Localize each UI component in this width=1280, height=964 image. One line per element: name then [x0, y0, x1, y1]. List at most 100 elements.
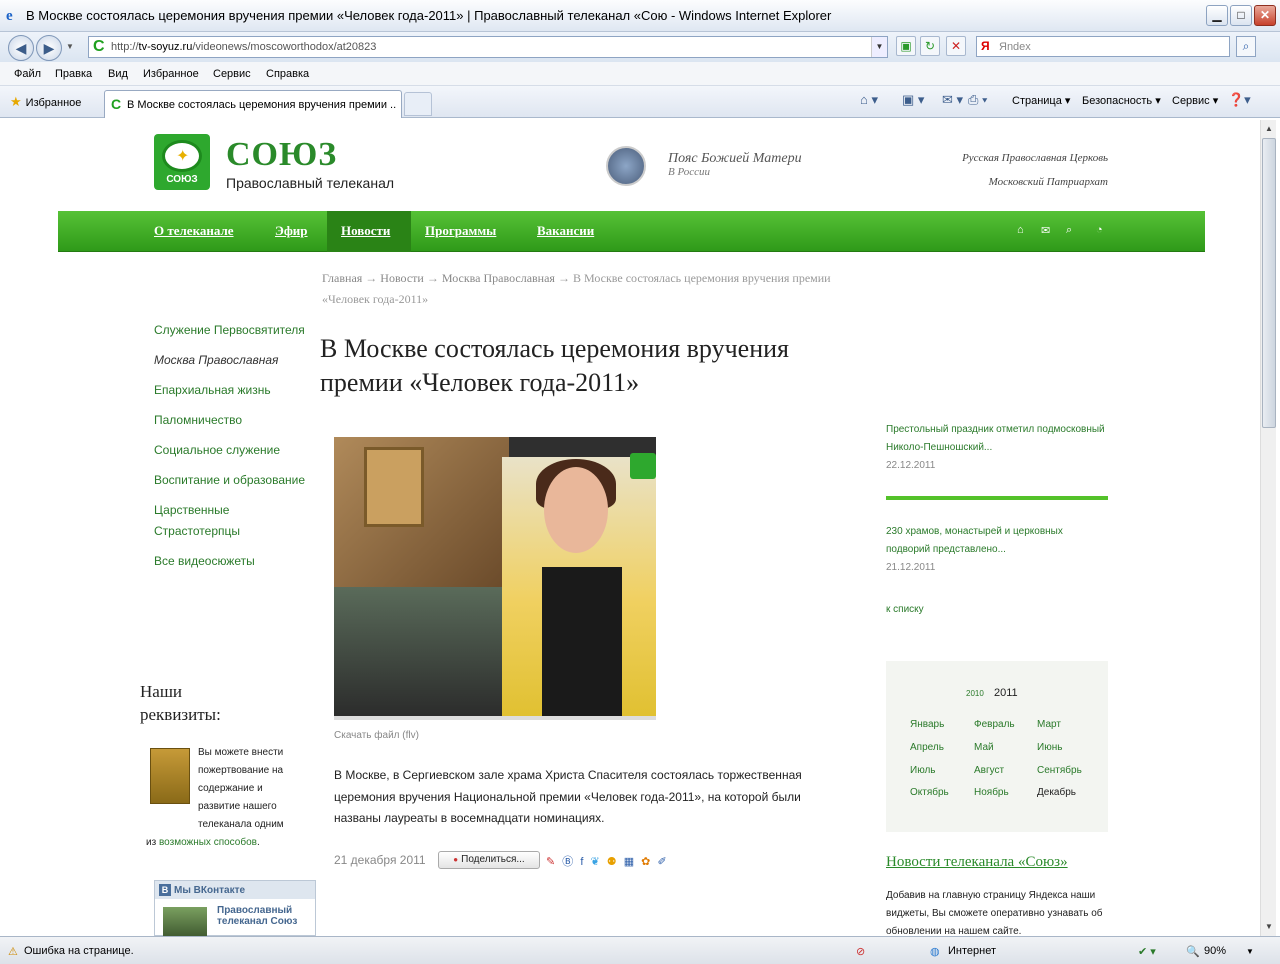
- breadcrumb-section[interactable]: Москва Православная: [442, 271, 555, 285]
- address-dropdown-icon[interactable]: ▼: [871, 37, 887, 57]
- video-progress-bar[interactable]: [334, 716, 656, 720]
- home-icon[interactable]: ⌂: [1017, 224, 1024, 236]
- nav-about[interactable]: О телеканале: [154, 223, 234, 239]
- sidebar-item-pilgrimage[interactable]: Паломничество: [154, 410, 314, 431]
- nav-programs[interactable]: Программы: [425, 223, 496, 239]
- print-icon[interactable]: ⎙ ▾: [968, 92, 987, 108]
- month-jan[interactable]: Январь: [910, 719, 944, 730]
- scroll-down-icon[interactable]: ▼: [1262, 919, 1276, 935]
- moi-mir-icon[interactable]: ▦: [624, 856, 636, 868]
- mail-icon[interactable]: ✉: [1041, 224, 1050, 237]
- site-name[interactable]: СОЮЗ: [226, 136, 337, 174]
- sidebar-item-education[interactable]: Воспитание и образование: [154, 470, 314, 491]
- friends-icon[interactable]: ⚉: [607, 856, 619, 868]
- nav-news[interactable]: Новости: [341, 223, 390, 239]
- month-sep[interactable]: Сентябрь: [1037, 765, 1082, 776]
- feeds-icon[interactable]: ▣ ▾: [902, 92, 924, 108]
- back-button[interactable]: ◀: [8, 35, 34, 61]
- year-2010-link[interactable]: 2010: [966, 689, 984, 698]
- month-apr[interactable]: Апрель: [910, 742, 944, 753]
- mail-icon[interactable]: ✉ ▾: [942, 92, 963, 108]
- compatibility-icon[interactable]: ▣: [896, 36, 916, 56]
- breadcrumb-news[interactable]: Новости: [380, 271, 424, 285]
- sidebar-item-social[interactable]: Социальное служение: [154, 440, 314, 461]
- church-name: Русская Православная Церковь: [962, 152, 1108, 164]
- stop-icon[interactable]: ✕: [946, 36, 966, 56]
- month-mar[interactable]: Март: [1037, 719, 1061, 730]
- nav-air[interactable]: Эфир: [275, 223, 308, 239]
- sidebar-item-all-videos[interactable]: Все видеосюжеты: [154, 551, 314, 572]
- tab-title: В Москве состоялась церемония вручения п…: [127, 99, 397, 111]
- bookmark-icon[interactable]: ✐: [657, 856, 668, 868]
- safety-menu[interactable]: Безопасность ▾: [1082, 94, 1161, 107]
- help-icon[interactable]: ❓▾: [1228, 92, 1251, 108]
- promo-title[interactable]: Пояс Божией Матери: [668, 151, 802, 167]
- search-box[interactable]: Я Яndex: [976, 36, 1230, 57]
- menu-help[interactable]: Справка: [266, 68, 309, 80]
- related-news-1-date: 22.12.2011: [886, 460, 936, 471]
- share-button[interactable]: Поделиться...: [438, 851, 540, 869]
- vk-widget: В Мы ВКонтакте Православный телеканал Сою…: [154, 880, 316, 936]
- menu-file[interactable]: Файл: [14, 68, 41, 80]
- yandex-widget-title[interactable]: Новости телеканала «Союз»: [886, 854, 1068, 871]
- protected-mode-icon[interactable]: ✔ ▾: [1138, 945, 1156, 958]
- menu-view[interactable]: Вид: [108, 68, 128, 80]
- video-icon-image: [364, 447, 424, 527]
- donation-methods-link[interactable]: возможных способов: [159, 837, 257, 848]
- month-aug[interactable]: Август: [974, 765, 1004, 776]
- vkontakte-icon[interactable]: Ⓑ: [562, 856, 575, 868]
- related-news-2-link[interactable]: 230 храмов, монастырей и церковных подво…: [886, 526, 1063, 555]
- maximize-button[interactable]: □: [1230, 5, 1252, 26]
- warning-icon[interactable]: ⚠: [8, 945, 18, 958]
- sidebar-item-primate[interactable]: Служение Первосвятителя: [154, 320, 314, 341]
- video-player[interactable]: [334, 437, 656, 720]
- soyuz-logo[interactable]: СОЮЗ: [154, 134, 210, 190]
- month-jun[interactable]: Июнь: [1037, 742, 1062, 753]
- refresh-icon[interactable]: ↻: [920, 36, 940, 56]
- forward-button[interactable]: ▶: [36, 35, 62, 61]
- vk-group-name[interactable]: Православный телеканал Союз: [217, 905, 313, 927]
- menu-favorites[interactable]: Избранное: [143, 68, 199, 80]
- search-icon[interactable]: ⌕: [1066, 224, 1072, 237]
- download-link[interactable]: Скачать файл: [334, 730, 400, 741]
- page-scrollbar[interactable]: ▲ ▼: [1260, 120, 1276, 936]
- address-bar[interactable]: C http://tv-soyuz.ru/videonews/moscowort…: [88, 36, 888, 58]
- news-list-link[interactable]: к списку: [886, 601, 1108, 619]
- scroll-up-icon[interactable]: ▲: [1262, 121, 1276, 137]
- close-button[interactable]: ✕: [1254, 5, 1276, 26]
- new-tab-button[interactable]: [404, 92, 432, 116]
- tab-current[interactable]: C В Москве состоялась церемония вручения…: [104, 90, 402, 118]
- zoom-level[interactable]: 90%: [1204, 945, 1226, 957]
- menu-edit[interactable]: Правка: [55, 68, 92, 80]
- page-menu[interactable]: Страница ▾: [1012, 94, 1070, 107]
- facebook-icon[interactable]: f: [580, 856, 585, 868]
- month-oct[interactable]: Октябрь: [910, 787, 949, 798]
- twitter-icon[interactable]: ❦: [590, 856, 601, 868]
- month-feb[interactable]: Февраль: [974, 719, 1015, 730]
- menu-tools[interactable]: Сервис: [213, 68, 251, 80]
- status-text[interactable]: Ошибка на странице.: [24, 945, 134, 957]
- nav-vacancies[interactable]: Вакансии: [537, 223, 594, 239]
- favorites-button[interactable]: ★ Избранное: [10, 94, 81, 110]
- search-button[interactable]: ⌕: [1236, 36, 1256, 57]
- rss-icon[interactable]: ◔: [1096, 224, 1103, 236]
- popup-blocker-icon[interactable]: ⊘: [856, 945, 865, 958]
- livejournal-icon[interactable]: ✎: [546, 856, 557, 868]
- relic-image[interactable]: [606, 146, 646, 186]
- home-icon[interactable]: ⌂ ▾: [860, 92, 878, 108]
- vk-header[interactable]: В Мы ВКонтакте: [155, 881, 315, 899]
- sidebar-item-diocese[interactable]: Епархиальная жизнь: [154, 380, 314, 401]
- scroll-thumb[interactable]: [1262, 138, 1276, 428]
- related-news-1-link[interactable]: Престольный праздник отметил подмосковны…: [886, 424, 1105, 453]
- vk-group-image[interactable]: [163, 907, 207, 936]
- month-may[interactable]: Май: [974, 742, 994, 753]
- breadcrumb-home[interactable]: Главная: [322, 271, 362, 285]
- tools-menu[interactable]: Сервис ▾: [1172, 94, 1218, 107]
- zoom-dropdown-icon[interactable]: ▼: [1246, 947, 1254, 956]
- odnoklassniki-icon[interactable]: ✿: [641, 856, 652, 868]
- minimize-button[interactable]: ▁: [1206, 5, 1228, 26]
- history-dropdown-icon[interactable]: ▼: [66, 42, 74, 51]
- sidebar-item-martyrs[interactable]: Царственные Страстотерпцы: [154, 500, 314, 542]
- month-jul[interactable]: Июль: [910, 765, 936, 776]
- month-nov[interactable]: Ноябрь: [974, 787, 1009, 798]
